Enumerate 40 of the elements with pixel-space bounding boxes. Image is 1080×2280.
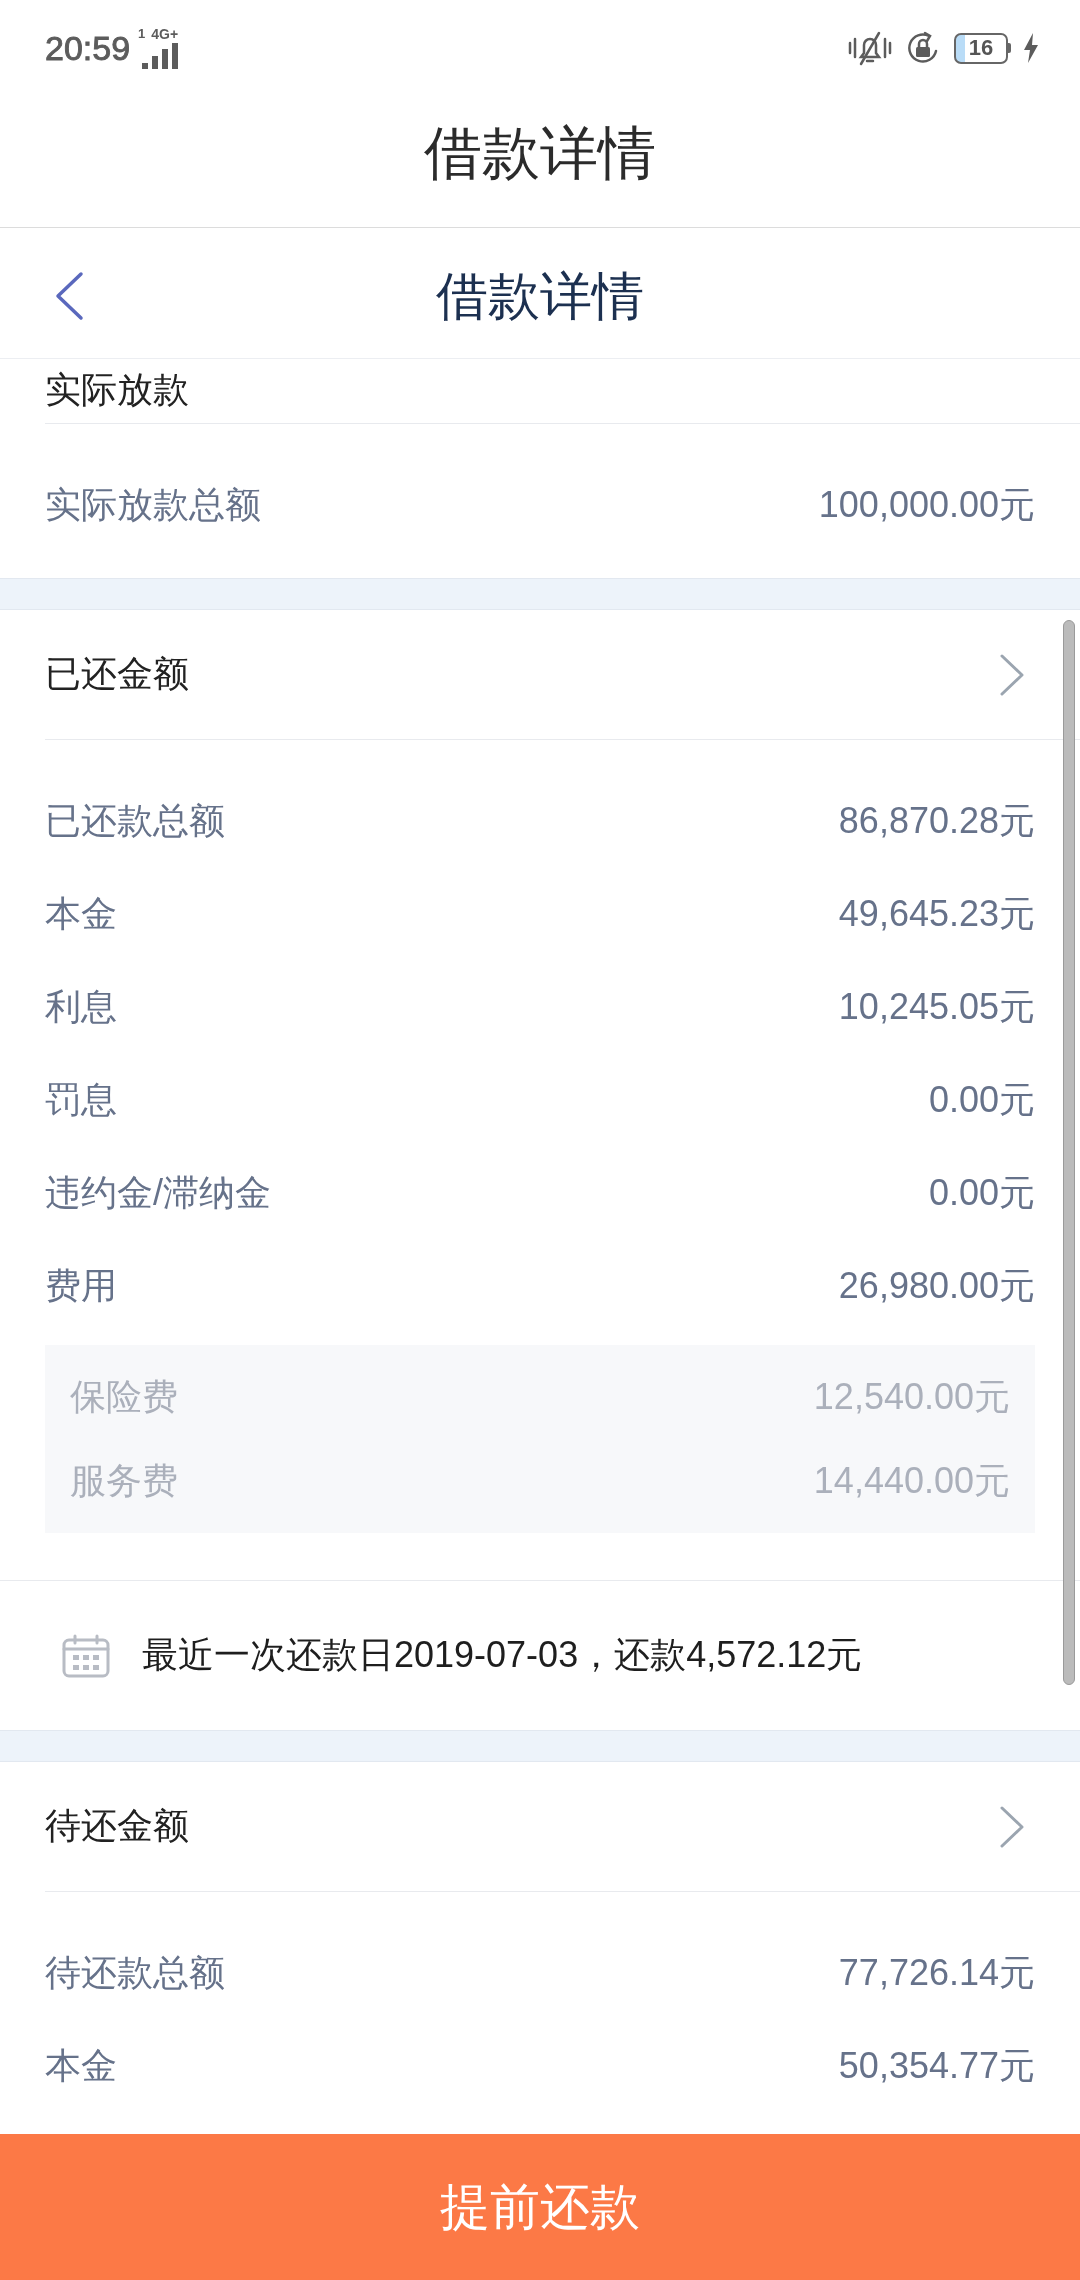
row-label: 待还款总额 bbox=[45, 1951, 225, 1995]
section-heading: 待还金额 bbox=[45, 1804, 189, 1848]
row-label: 本金 bbox=[45, 2044, 117, 2088]
chevron-right-icon[interactable] bbox=[999, 652, 1025, 697]
row-value: 0.00元 bbox=[928, 1171, 1035, 1215]
row-value: 100,000.00元 bbox=[818, 483, 1035, 527]
battery-indicator: 16 bbox=[954, 32, 1011, 64]
row-value: 77,726.14元 bbox=[838, 1951, 1035, 1995]
section-heading: 已还金额 bbox=[45, 652, 189, 696]
row-label: 本金 bbox=[45, 892, 117, 936]
row-value: 26,980.00元 bbox=[838, 1264, 1035, 1308]
breakdown-value: 12,540.00元 bbox=[813, 1374, 1010, 1419]
network-type: 4G+ bbox=[151, 27, 179, 41]
row-label: 利息 bbox=[45, 985, 117, 1029]
breakdown-label: 服务费 bbox=[70, 1458, 178, 1503]
section-heading: 实际放款 bbox=[45, 368, 189, 412]
breakdown-value: 14,440.00元 bbox=[813, 1458, 1010, 1503]
chevron-left-icon bbox=[54, 271, 84, 321]
row-label: 罚息 bbox=[45, 1078, 117, 1122]
row-value: 0.00元 bbox=[928, 1078, 1035, 1122]
calendar-icon bbox=[62, 1633, 110, 1678]
nav-title: 借款详情 bbox=[436, 268, 644, 324]
row-label: 已还款总额 bbox=[45, 799, 225, 843]
row-value: 10,245.05元 bbox=[838, 985, 1035, 1029]
row-value: 50,354.77元 bbox=[838, 2044, 1035, 2088]
bell-slash-icon bbox=[848, 30, 892, 66]
breakdown-label: 保险费 bbox=[70, 1374, 178, 1419]
last-repayment-note: 最近一次还款日2019-07-03，还款4,572.12元 bbox=[142, 1633, 863, 1677]
lightning-icon bbox=[1024, 33, 1038, 63]
chevron-right-icon[interactable] bbox=[999, 1804, 1025, 1849]
page-title: 借款详情 bbox=[424, 122, 656, 184]
row-label: 费用 bbox=[45, 1264, 117, 1308]
row-label: 实际放款总额 bbox=[45, 483, 261, 527]
sim-indicator: 1 bbox=[138, 27, 146, 41]
repay-early-button[interactable]: 提前还款 bbox=[0, 2134, 1080, 2280]
status-time: 20:59 bbox=[45, 28, 131, 68]
row-value: 49,645.23元 bbox=[838, 892, 1035, 936]
row-value: 86,870.28元 bbox=[838, 799, 1035, 843]
signal-icon bbox=[142, 43, 179, 69]
row-label: 违约金/滞纳金 bbox=[45, 1171, 271, 1215]
